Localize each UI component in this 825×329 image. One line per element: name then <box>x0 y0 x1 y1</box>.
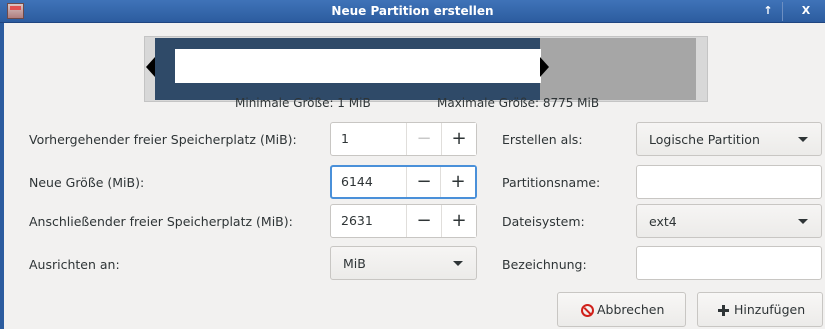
chevron-down-icon <box>798 137 808 142</box>
title-separator <box>782 2 783 21</box>
new-size-label: Neue Größe (MiB): <box>29 175 145 190</box>
fs-label-input[interactable] <box>636 246 822 280</box>
create-as-combo[interactable]: Logische Partition <box>636 122 822 156</box>
window-left-border <box>0 23 4 329</box>
window-title: Neue Partition erstellen <box>331 4 494 18</box>
chevron-down-icon <box>453 261 463 266</box>
align-combo[interactable]: MiB <box>330 246 477 280</box>
free-after-value[interactable]: 2631 <box>341 213 373 228</box>
add-button-label: Hinzufügen <box>734 302 806 317</box>
new-partition-bar[interactable] <box>155 38 541 100</box>
partition-name-label: Partitionsname: <box>502 175 601 190</box>
free-after-spin[interactable]: 2631 − + <box>330 204 477 238</box>
free-before-spin[interactable]: 1 − + <box>330 122 477 156</box>
align-value: MiB <box>343 256 366 271</box>
close-button[interactable]: X <box>798 3 814 19</box>
new-size-decrement-button[interactable]: − <box>406 167 441 197</box>
resize-handle-left-icon[interactable] <box>146 57 155 77</box>
cancel-icon <box>581 304 594 317</box>
cancel-button[interactable]: Abbrechen <box>557 292 686 327</box>
resize-handle-right-icon[interactable] <box>540 57 549 77</box>
filesystem-value: ext4 <box>649 214 677 229</box>
partition-name-input[interactable] <box>636 165 822 199</box>
add-button[interactable]: Hinzufügen <box>697 292 823 327</box>
free-before-value[interactable]: 1 <box>341 131 349 146</box>
new-size-value[interactable]: 6144 <box>341 174 373 189</box>
min-size-label: Minimale Größe: 1 MiB <box>235 96 371 110</box>
free-after-label: Anschließender freier Speicherplatz (MiB… <box>29 214 293 229</box>
create-as-value: Logische Partition <box>649 132 760 147</box>
maximize-button[interactable]: ↑ <box>760 3 776 19</box>
cancel-button-label: Abbrechen <box>597 302 665 317</box>
chevron-down-icon <box>798 219 808 224</box>
align-label: Ausrichten an: <box>29 257 120 272</box>
unallocated-space-bar <box>540 38 696 100</box>
free-before-increment-button[interactable]: + <box>441 123 476 155</box>
new-size-spin[interactable]: 6144 − + <box>330 165 477 199</box>
title-bar: Neue Partition erstellen ↑ X <box>0 0 825 23</box>
free-before-decrement-button[interactable]: − <box>406 123 441 155</box>
free-after-increment-button[interactable]: + <box>441 205 476 237</box>
new-size-increment-button[interactable]: + <box>440 167 475 197</box>
create-as-label: Erstellen als: <box>502 132 583 147</box>
filesystem-label: Dateisystem: <box>502 214 585 229</box>
plus-icon <box>718 305 729 316</box>
new-partition-fill <box>175 49 541 83</box>
free-before-label: Vorhergehender freier Speicherplatz (MiB… <box>29 132 297 147</box>
fs-label-label: Bezeichnung: <box>502 257 587 272</box>
filesystem-combo[interactable]: ext4 <box>636 204 822 238</box>
max-size-label: Maximale Größe: 8775 MiB <box>437 96 600 110</box>
free-after-decrement-button[interactable]: − <box>406 205 441 237</box>
partition-resizer[interactable] <box>144 36 708 102</box>
